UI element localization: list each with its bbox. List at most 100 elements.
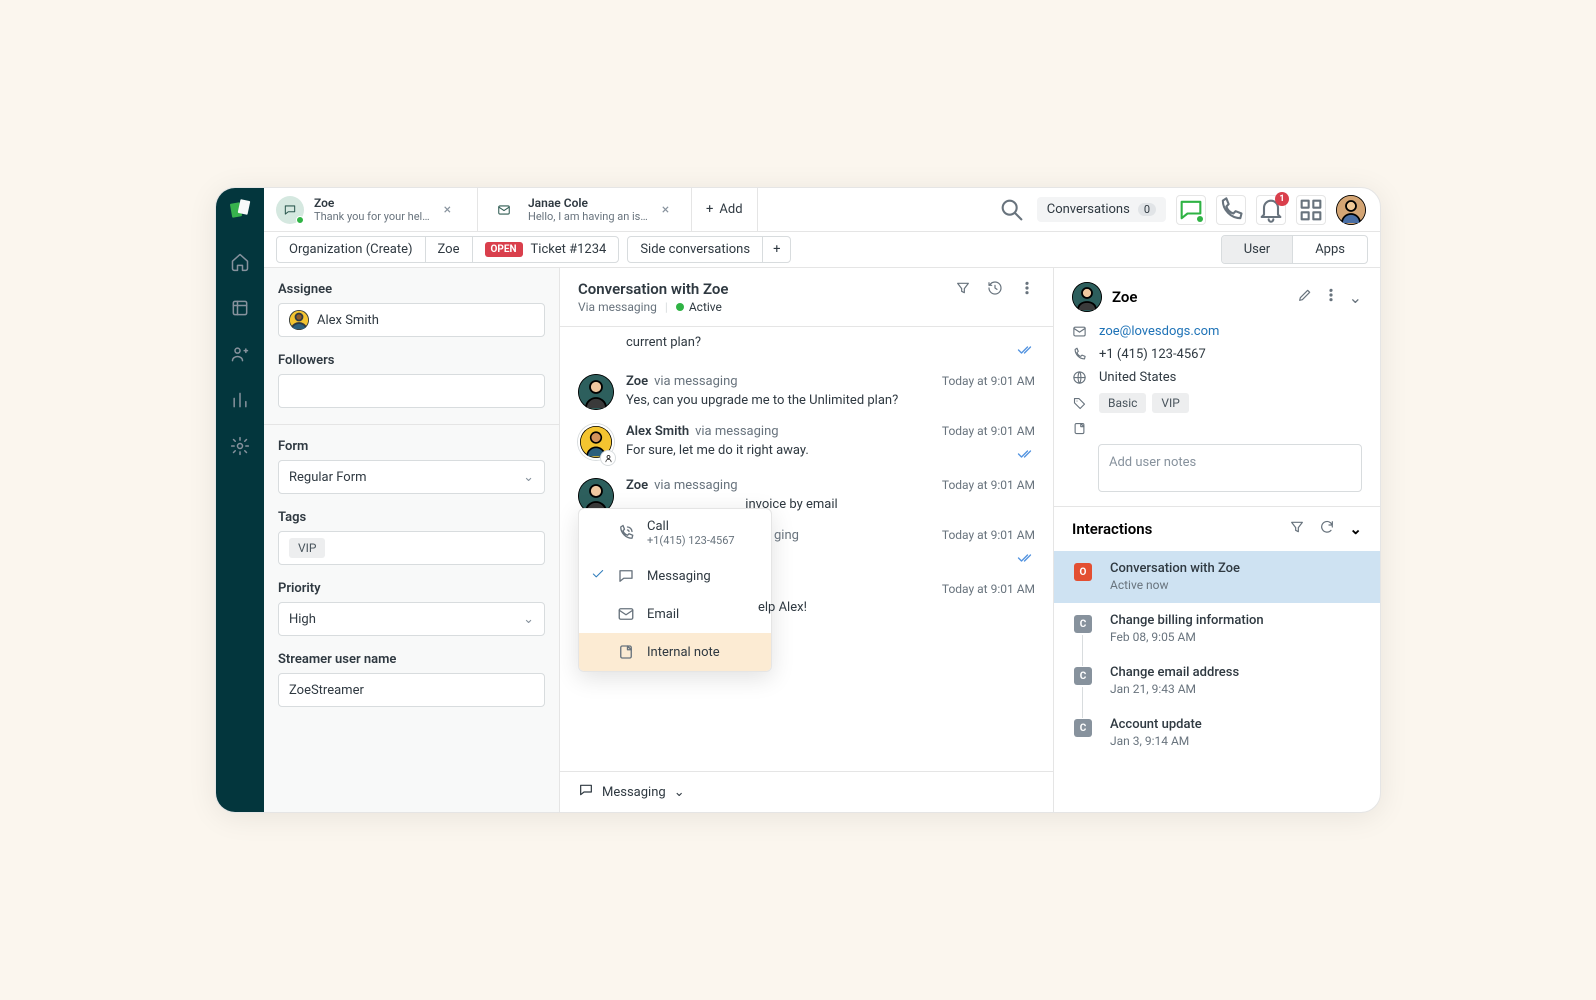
conversations-pill[interactable]: Conversations0 bbox=[1037, 197, 1166, 222]
brand-logo[interactable] bbox=[228, 198, 252, 222]
search-icon[interactable] bbox=[997, 195, 1027, 225]
breadcrumb-requester[interactable]: Zoe bbox=[426, 237, 473, 262]
message-text: Yes, can you upgrade me to the Unlimited… bbox=[626, 393, 1035, 408]
user-notes-input[interactable]: Add user notes bbox=[1098, 444, 1362, 492]
status-badge-closed: C bbox=[1074, 719, 1092, 737]
message-author: Zoe bbox=[626, 374, 648, 389]
read-check-icon bbox=[1017, 549, 1035, 568]
rail-views-icon[interactable] bbox=[220, 288, 260, 328]
tab-zoe[interactable]: ZoeThank you for your hel… × bbox=[264, 188, 478, 231]
user-avatar bbox=[1072, 282, 1102, 312]
more-icon[interactable] bbox=[1323, 287, 1339, 307]
channel-option-internal-note[interactable]: Internal note bbox=[579, 633, 771, 671]
tab-subtitle: Hello, I am having an is… bbox=[528, 210, 648, 223]
user-locale-row: United States bbox=[1072, 370, 1362, 385]
tag-vip: VIP bbox=[289, 538, 325, 558]
tab-subtitle: Thank you for your hel… bbox=[314, 210, 430, 223]
agent-badge-icon bbox=[600, 450, 616, 466]
message-text: For sure, let me do it right away. bbox=[626, 443, 809, 464]
avatar-zoe bbox=[578, 374, 614, 410]
interactions-list: O Conversation with Zoe Active now C Cha… bbox=[1054, 551, 1380, 759]
phone-icon[interactable] bbox=[1216, 195, 1246, 225]
message-time: Today at 9:01 AM bbox=[942, 582, 1035, 596]
ticket-properties-panel: Assignee Alex Smith Followers Form Regul… bbox=[264, 268, 560, 812]
message-time: Today at 9:01 AM bbox=[942, 478, 1035, 492]
interaction-item[interactable]: C Account update Jan 3, 9:14 AM bbox=[1054, 707, 1380, 759]
add-tab-button[interactable]: +Add bbox=[692, 188, 758, 231]
chat-status-icon[interactable] bbox=[1176, 195, 1206, 225]
interactions-header: Interactions ⌄ bbox=[1054, 507, 1380, 551]
chevron-down-icon: ⌄ bbox=[674, 785, 685, 800]
message-channel: via messaging bbox=[654, 478, 737, 493]
priority-select[interactable]: High⌄ bbox=[278, 602, 545, 636]
breadcrumb-ticket[interactable]: OPENTicket #1234 bbox=[473, 237, 619, 262]
side-conv-group: Side conversations + bbox=[627, 236, 791, 263]
app-window: ZoeThank you for your hel… × Janae ColeH… bbox=[215, 187, 1381, 813]
sub-bar: Organization (Create) Zoe OPENTicket #12… bbox=[264, 232, 1380, 268]
assignee-field[interactable]: Alex Smith bbox=[278, 303, 545, 337]
status-open-badge: OPEN bbox=[485, 242, 523, 257]
rail-customers-icon[interactable] bbox=[220, 334, 260, 374]
form-label: Form bbox=[278, 439, 545, 454]
form-select[interactable]: Regular Form⌄ bbox=[278, 460, 545, 494]
composer-channel-select[interactable]: Messaging ⌄ bbox=[578, 782, 685, 802]
interaction-item[interactable]: C Change billing information Feb 08, 9:0… bbox=[1054, 603, 1380, 655]
tab-title: Janae Cole bbox=[528, 196, 648, 210]
conversation-panel: Conversation with Zoe Via messaging|Acti… bbox=[560, 268, 1054, 812]
status-badge-open: O bbox=[1074, 563, 1092, 581]
interactions-title: Interactions bbox=[1072, 520, 1275, 538]
history-icon[interactable] bbox=[987, 280, 1003, 300]
streamer-field[interactable]: ZoeStreamer bbox=[278, 673, 545, 707]
chevron-down-icon[interactable]: ⌄ bbox=[1349, 520, 1362, 538]
segment-user[interactable]: User bbox=[1222, 236, 1292, 263]
message-time: Today at 9:01 AM bbox=[942, 528, 1035, 542]
status-badge-closed: C bbox=[1074, 667, 1092, 685]
status-active: Active bbox=[676, 300, 722, 314]
followers-field[interactable] bbox=[278, 374, 545, 408]
priority-label: Priority bbox=[278, 581, 545, 596]
tag-vip: VIP bbox=[1152, 393, 1188, 413]
followers-label: Followers bbox=[278, 353, 545, 368]
chevron-down-icon: ⌄ bbox=[523, 612, 534, 627]
bell-icon[interactable]: 1 bbox=[1256, 195, 1286, 225]
via-label: Via messaging bbox=[578, 300, 657, 314]
message-author: Zoe bbox=[626, 478, 648, 493]
add-side-conversation[interactable]: + bbox=[763, 237, 790, 262]
conversation-header: Conversation with Zoe Via messaging|Acti… bbox=[560, 268, 1053, 327]
filter-icon[interactable] bbox=[955, 280, 971, 300]
rail-reporting-icon[interactable] bbox=[220, 380, 260, 420]
breadcrumb-org[interactable]: Organization (Create) bbox=[277, 237, 426, 262]
side-conversations-button[interactable]: Side conversations bbox=[628, 237, 763, 262]
user-email-row[interactable]: zoe@lovesdogs.com bbox=[1072, 324, 1362, 339]
assignee-avatar bbox=[289, 310, 309, 330]
tags-field[interactable]: VIP bbox=[278, 531, 545, 565]
profile-avatar[interactable] bbox=[1336, 195, 1366, 225]
note-icon bbox=[617, 643, 635, 661]
streamer-label: Streamer user name bbox=[278, 652, 545, 667]
user-tags-row: BasicVIP bbox=[1072, 393, 1362, 413]
message-channel: via messaging bbox=[695, 424, 778, 439]
rail-home-icon[interactable] bbox=[220, 242, 260, 282]
edit-icon[interactable] bbox=[1297, 287, 1313, 307]
message-list: current plan? Zoevia messagingToday at 9… bbox=[560, 327, 1053, 771]
interaction-item[interactable]: C Change email address Jan 21, 9:43 AM bbox=[1054, 655, 1380, 707]
interaction-item[interactable]: O Conversation with Zoe Active now bbox=[1054, 551, 1380, 603]
close-icon[interactable]: × bbox=[440, 198, 455, 222]
close-icon[interactable]: × bbox=[658, 198, 673, 222]
chevron-down-icon[interactable]: ⌄ bbox=[1349, 288, 1362, 307]
top-bar: ZoeThank you for your hel… × Janae ColeH… bbox=[264, 188, 1380, 232]
refresh-icon[interactable] bbox=[1319, 519, 1335, 539]
filter-icon[interactable] bbox=[1289, 519, 1305, 539]
message-channel: via messaging bbox=[654, 374, 737, 389]
status-badge-closed: C bbox=[1074, 615, 1092, 633]
tags-label: Tags bbox=[278, 510, 545, 525]
more-icon[interactable] bbox=[1019, 280, 1035, 300]
rail-admin-icon[interactable] bbox=[220, 426, 260, 466]
conversation-title: Conversation with Zoe bbox=[578, 280, 955, 298]
tab-janae[interactable]: Janae ColeHello, I am having an is… × bbox=[478, 188, 692, 231]
apps-grid-icon[interactable] bbox=[1296, 195, 1326, 225]
chat-icon bbox=[276, 196, 304, 224]
mail-icon bbox=[490, 196, 518, 224]
segment-apps[interactable]: Apps bbox=[1292, 236, 1367, 263]
context-segment: User Apps bbox=[1221, 235, 1368, 264]
